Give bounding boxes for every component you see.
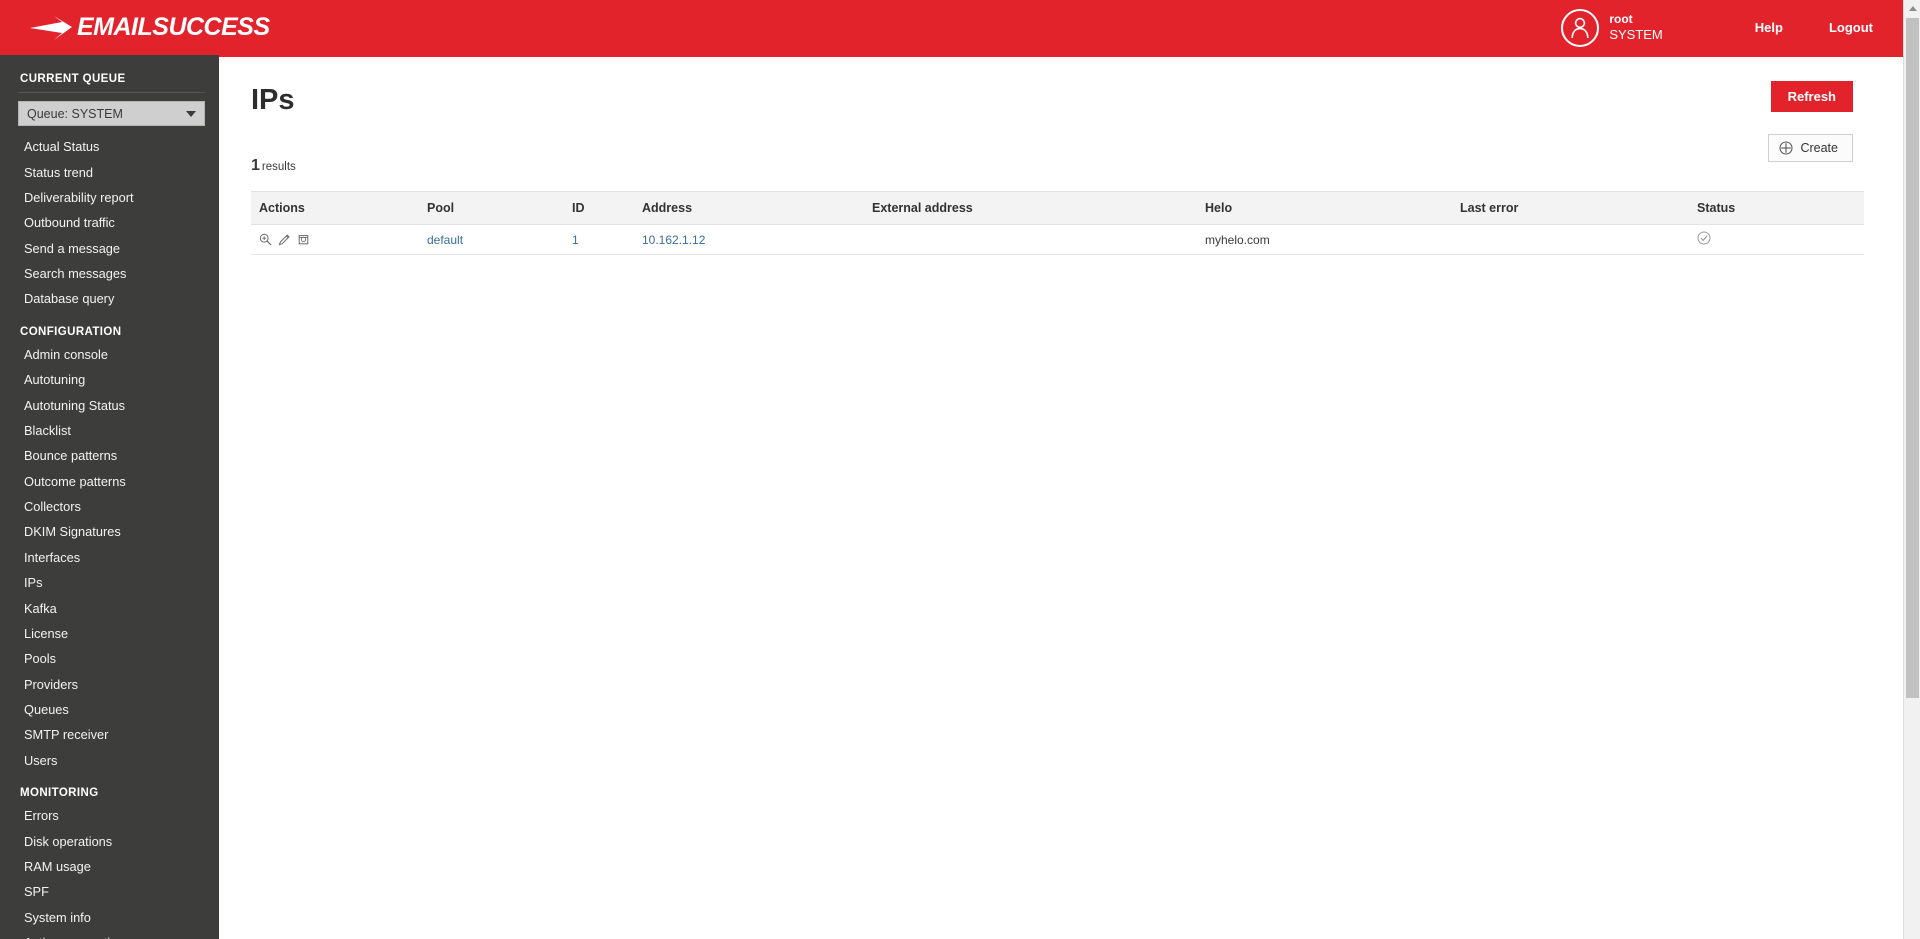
column-header-pool[interactable]: Pool [419,191,564,225]
page-action-buttons: Refresh Create [1768,81,1853,162]
sidebar-item-kafka[interactable]: Kafka [0,595,219,620]
sidebar-item-outcome-patterns[interactable]: Outcome patterns [0,469,219,494]
sidebar-item-errors[interactable]: Errors [0,803,219,828]
user-info: root SYSTEM [1609,12,1662,43]
app-logo[interactable]: EMAILSUCCESS [28,0,270,55]
help-link[interactable]: Help [1755,20,1783,35]
cell-address: 10.162.1.12 [634,224,864,255]
cell-external-address [864,224,1197,255]
sidebar-item-outbound-traffic[interactable]: Outbound traffic [0,210,219,235]
sidebar-item-providers[interactable]: Providers [0,672,219,697]
id-link[interactable]: 1 [572,233,579,247]
app-logo-text: EMAILSUCCESS [77,13,270,41]
cell-last-error [1452,224,1689,255]
logout-link[interactable]: Logout [1829,20,1873,35]
sidebar-item-queues[interactable]: Queues [0,697,219,722]
table-row: default 1 10.162.1.12 myhelo.com [251,224,1864,255]
sidebar-item-active-connections[interactable]: Active connections [0,930,219,939]
sidebar-item-bounce-patterns[interactable]: Bounce patterns [0,443,219,468]
sidebar-item-database-query[interactable]: Database query [0,286,219,311]
sidebar-section-title-current-queue: CURRENT QUEUE [20,73,126,85]
column-header-helo[interactable]: Helo [1197,191,1452,225]
cell-id: 1 [564,224,634,255]
sidebar-divider [18,92,205,93]
address-link[interactable]: 10.162.1.12 [642,233,705,247]
avatar-glyph-icon [1571,17,1589,38]
sidebar-item-admin-console[interactable]: Admin console [0,342,219,367]
main-content-area: IPs Refresh Create 1 results Actions Pool… [219,55,1903,939]
sidebar-item-disk-operations[interactable]: Disk operations [0,828,219,853]
delete-icon[interactable] [297,233,310,246]
check-circle-icon [1697,231,1711,245]
results-count: 1 [251,157,260,174]
page-scrollbar[interactable] [1903,0,1920,939]
refresh-button[interactable]: Refresh [1770,81,1853,112]
sidebar-item-send-a-message[interactable]: Send a message [0,236,219,261]
create-button[interactable]: Create [1768,134,1853,162]
queue-select-value: Queue: SYSTEM [27,106,123,121]
column-header-actions[interactable]: Actions [251,191,419,225]
sidebar-item-actual-status[interactable]: Actual Status [0,134,219,159]
column-header-status[interactable]: Status [1689,191,1864,225]
sidebar-item-blacklist-config[interactable]: Blacklist [0,418,219,443]
view-icon[interactable] [259,233,272,246]
sidebar-navigation: CURRENT QUEUE Queue: SYSTEM Actual Statu… [0,55,219,939]
sidebar-item-ram-usage[interactable]: RAM usage [0,854,219,879]
row-action-icons [259,233,419,246]
results-summary: 1 results [251,157,1903,175]
table-header-row: Actions Pool ID Address External address… [251,191,1864,225]
column-header-address[interactable]: Address [634,191,864,225]
column-header-last-error[interactable]: Last error [1452,191,1689,225]
page-title: IPs [251,84,295,116]
sidebar-item-deliverability-report[interactable]: Deliverability report [0,185,219,210]
arrow-icon [30,15,72,40]
chevron-down-icon [186,110,196,117]
column-header-id[interactable]: ID [564,191,634,225]
plus-circle-icon [1779,141,1794,155]
scroll-up-arrow-icon[interactable] [1904,0,1920,17]
sidebar-item-status-trend[interactable]: Status trend [0,159,219,184]
cell-actions [251,224,419,255]
sidebar-item-spf[interactable]: SPF [0,879,219,904]
sidebar-item-collectors[interactable]: Collectors [0,494,219,519]
sidebar-item-autotuning-status[interactable]: Autotuning Status [0,392,219,417]
sidebar-item-interfaces[interactable]: Interfaces [0,545,219,570]
cell-pool: default [419,224,564,255]
sidebar-item-search-messages[interactable]: Search messages [0,261,219,286]
ips-table-body: default 1 10.162.1.12 myhelo.com [251,224,1864,255]
create-button-label: Create [1800,141,1838,155]
results-word: results [261,161,296,173]
sidebar-item-dkim-signatures[interactable]: DKIM Signatures [0,519,219,544]
cell-status [1689,224,1864,255]
pool-link[interactable]: default [427,233,463,247]
sidebar-item-system-info[interactable]: System info [0,905,219,930]
sidebar-item-smtp-receiver[interactable]: SMTP receiver [0,722,219,747]
ips-table-header: Actions Pool ID Address External address… [251,191,1864,225]
ips-table: Actions Pool ID Address External address… [251,191,1864,255]
header-right-group: root SYSTEM Help Logout [1561,0,1903,55]
edit-icon[interactable] [278,233,291,246]
queue-select-dropdown[interactable]: Queue: SYSTEM [18,101,205,126]
user-avatar-icon[interactable] [1561,8,1600,47]
user-scope: SYSTEM [1609,26,1663,42]
sidebar-item-autotuning[interactable]: Autotuning [0,367,219,392]
scrollbar-thumb[interactable] [1906,18,1919,698]
sidebar-item-license[interactable]: License [0,621,219,646]
top-header-bar: EMAILSUCCESS root SYSTEM Help Logout [0,0,1903,55]
user-name: root [1609,11,1633,26]
column-header-external-address[interactable]: External address [864,191,1197,225]
sidebar-item-users[interactable]: Users [0,748,219,773]
sidebar-section-title-monitoring: MONITORING [20,787,99,799]
sidebar-item-pools[interactable]: Pools [0,646,219,671]
sidebar-item-ips[interactable]: IPs [0,570,219,595]
sidebar-section-title-configuration: CONFIGURATION [20,325,122,338]
cell-helo: myhelo.com [1197,224,1452,255]
